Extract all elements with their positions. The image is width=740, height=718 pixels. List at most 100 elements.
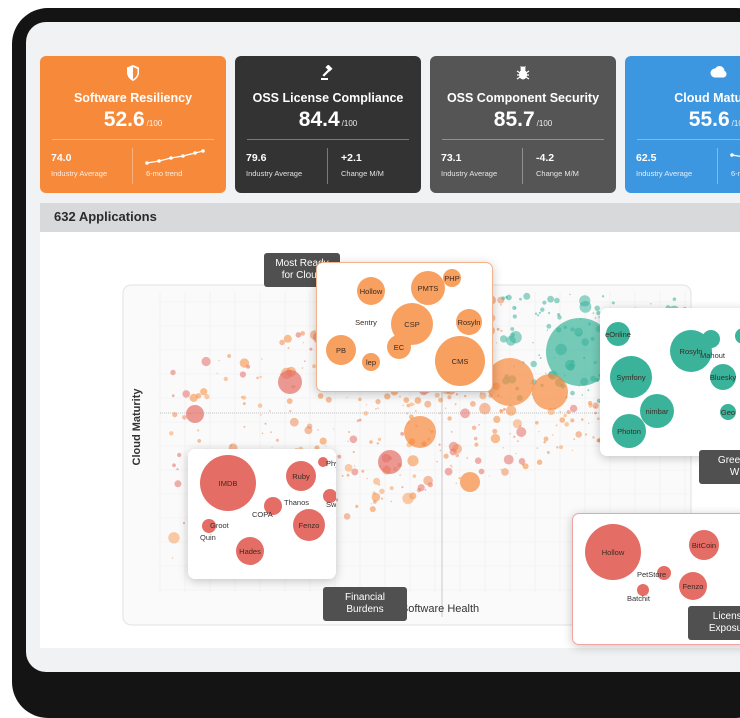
- bubble-pb[interactable]: PB: [326, 335, 356, 365]
- background-point: [355, 504, 359, 508]
- background-point: [490, 433, 501, 444]
- bubble-hollow[interactable]: Hollow: [357, 277, 385, 305]
- background-point: [377, 407, 379, 409]
- background-point: [501, 468, 509, 476]
- card-oss-license-compliance[interactable]: OSS License Compliance 84.4/100 79.6 Ind…: [235, 56, 421, 193]
- background-point: [479, 392, 487, 400]
- bubble-rosyln[interactable]: Rosyln: [456, 309, 482, 335]
- background-point: [378, 450, 402, 474]
- background-point: [216, 372, 218, 374]
- background-point: [537, 314, 540, 317]
- background-point: [474, 457, 482, 464]
- background-point: [563, 413, 567, 418]
- background-point: [343, 513, 351, 520]
- bubble-bluesky[interactable]: Bluesky: [710, 364, 736, 390]
- background-point: [414, 397, 422, 404]
- bubble-fenzo-license[interactable]: Fenzo: [679, 572, 707, 600]
- background-point: [424, 400, 432, 408]
- background-point: [474, 442, 479, 447]
- callout-license-exposure: LicenseExposure: [688, 606, 740, 640]
- background-point: [195, 393, 202, 399]
- change-value: -4.2: [536, 152, 555, 164]
- bubble-hollow-license[interactable]: Hollow: [585, 524, 641, 580]
- background-point: [271, 446, 273, 448]
- background-point: [317, 429, 319, 431]
- bubble-hades[interactable]: Hades: [236, 537, 264, 565]
- background-point: [455, 453, 460, 458]
- background-point: [454, 403, 457, 406]
- bubble-imdb[interactable]: IMDB: [200, 455, 256, 511]
- background-point: [573, 438, 576, 441]
- background-point: [584, 433, 588, 436]
- bubble-nimbar[interactable]: nimbar: [640, 394, 674, 428]
- background-point: [182, 390, 190, 398]
- background-point: [452, 443, 462, 454]
- background-point: [575, 431, 582, 438]
- background-point: [530, 360, 537, 368]
- background-point: [401, 486, 404, 489]
- bubble-eonline[interactable]: eOnline: [605, 322, 631, 346]
- bubble-ec[interactable]: EC: [387, 335, 411, 359]
- bubble-pmts[interactable]: PMTS: [411, 271, 445, 305]
- background-point: [409, 402, 414, 407]
- background-point: [270, 431, 272, 433]
- background-point: [176, 468, 179, 471]
- card-title: OSS License Compliance: [252, 91, 404, 105]
- background-point: [372, 491, 376, 495]
- background-point: [380, 497, 384, 500]
- background-point: [283, 334, 292, 343]
- background-point: [505, 295, 508, 299]
- card-cloud-maturity[interactable]: Cloud Maturity 55.6/100 62.5 Industry Av…: [625, 56, 740, 193]
- background-point: [559, 411, 561, 413]
- card-score: 55.6/100: [688, 108, 740, 131]
- bubble-bitcoin[interactable]: BitCoin: [689, 530, 719, 560]
- background-point: [592, 402, 599, 409]
- background-point: [197, 429, 200, 432]
- background-point: [539, 357, 542, 359]
- change-value: +2.1: [341, 152, 362, 164]
- background-point: [543, 436, 549, 442]
- bubble-sentry[interactable]: Sentry: [352, 308, 380, 336]
- bubble-geo[interactable]: Geo: [720, 404, 736, 420]
- background-point: [399, 395, 401, 398]
- background-point: [449, 464, 452, 467]
- bubble-php[interactable]: PHP: [443, 269, 461, 287]
- popup-greenfield[interactable]: eOnline Rosyln Mahout Symfony Bluesky ni…: [600, 308, 740, 456]
- background-point: [309, 347, 313, 351]
- popup-most-ready-cloud[interactable]: Hollow PHP PMTS Sentry CSP Rosyln PB EC …: [316, 262, 493, 392]
- label-phython: Phython: [326, 459, 336, 468]
- bubble-photon[interactable]: Photon: [612, 414, 646, 448]
- bubble-ruby[interactable]: Ruby: [286, 461, 316, 491]
- background-point: [257, 403, 263, 408]
- bubble-lep[interactable]: lep: [362, 353, 380, 371]
- background-point: [515, 452, 517, 455]
- background-point: [295, 332, 302, 338]
- background-point: [260, 414, 262, 416]
- card-software-resiliency[interactable]: Software Resiliency 52.6/100 74.0 Indust…: [40, 56, 226, 193]
- label-groot: Groot: [210, 521, 229, 530]
- industry-average-value: 74.0: [51, 152, 72, 164]
- background-point: [438, 397, 443, 403]
- bubble-symfony[interactable]: Symfony: [610, 356, 652, 398]
- background-point: [256, 376, 259, 380]
- background-point: [470, 401, 476, 407]
- label-batchit: Batchit: [627, 594, 650, 603]
- popup-financial-burdens[interactable]: IMDB Ruby Phython eDocs Thanos Swift COP…: [188, 449, 336, 579]
- background-point: [460, 472, 480, 492]
- trend-sparkline: [730, 153, 740, 157]
- background-point: [365, 404, 368, 406]
- background-point: [542, 300, 547, 305]
- bubble-small-green[interactable]: [735, 328, 740, 344]
- card-oss-component-security[interactable]: OSS Component Security 85.7/100 73.1 Ind…: [430, 56, 616, 193]
- background-point: [269, 410, 271, 412]
- background-point: [500, 329, 503, 332]
- background-point: [174, 480, 182, 488]
- bubble-mahout-dot[interactable]: [702, 330, 720, 348]
- bubble-cms[interactable]: CMS: [435, 336, 485, 386]
- label-petstore: PetStore: [637, 570, 667, 579]
- background-point: [451, 466, 453, 468]
- background-point: [503, 454, 514, 465]
- background-point: [496, 342, 498, 344]
- bubble-fenzo[interactable]: Fenzo: [293, 509, 325, 541]
- background-point: [423, 475, 433, 486]
